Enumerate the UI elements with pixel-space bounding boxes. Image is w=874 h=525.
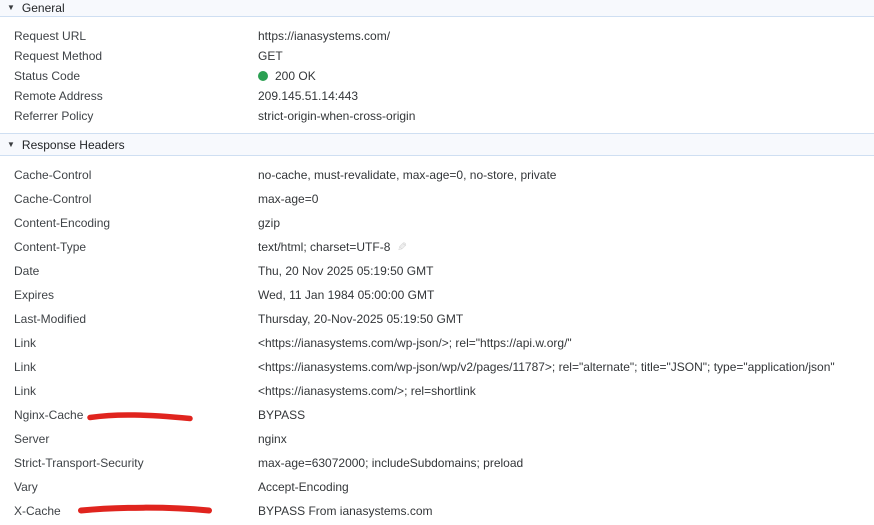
header-row-last-modified: Last-Modified Thursday, 20-Nov-2025 05:1… (0, 307, 874, 331)
header-row-date: Date Thu, 20 Nov 2025 05:19:50 GMT (0, 259, 874, 283)
header-name: Nginx-Cache (14, 408, 84, 422)
header-row-cache-control-2: Cache-Control max-age=0 (0, 187, 874, 211)
header-row-link-2: Link <https://ianasystems.com/wp-json/wp… (0, 355, 874, 379)
header-value: <https://ianasystems.com/wp-json/wp/v2/p… (258, 360, 835, 374)
header-value: Accept-Encoding (258, 480, 349, 494)
header-name: Request URL (14, 29, 87, 43)
header-row-request-url: Request URL https://ianasystems.com/ (0, 26, 874, 46)
header-value: https://ianasystems.com/ (258, 29, 391, 43)
header-value: text/html; charset=UTF-8 ✎ (258, 240, 407, 254)
header-name: Remote Address (14, 89, 103, 103)
header-name: Content-Type (14, 240, 87, 254)
header-value: <https://ianasystems.com/>; rel=shortlin… (258, 384, 476, 398)
header-name: Content-Encoding (14, 216, 111, 230)
header-row-x-cache: X-Cache BYPASS From ianasystems.com (0, 499, 874, 523)
general-rows: Request URL https://ianasystems.com/ Req… (0, 26, 874, 126)
header-row-nginx-cache: Nginx-Cache BYPASS (0, 403, 874, 427)
header-value: max-age=63072000; includeSubdomains; pre… (258, 456, 524, 470)
section-header-response-headers[interactable]: ▼ Response Headers (0, 133, 874, 156)
header-value: no-cache, must-revalidate, max-age=0, no… (258, 168, 557, 182)
header-name: Cache-Control (14, 168, 92, 182)
edit-pencil-icon[interactable]: ✎ (397, 240, 407, 254)
status-green-dot-icon (258, 71, 268, 81)
header-row-link-3: Link <https://ianasystems.com/>; rel=sho… (0, 379, 874, 403)
status-code-text: 200 OK (275, 69, 316, 83)
header-row-link-1: Link <https://ianasystems.com/wp-json/>;… (0, 331, 874, 355)
header-value: nginx (258, 432, 287, 446)
header-value: Thu, 20 Nov 2025 05:19:50 GMT (258, 264, 434, 278)
header-value: 200 OK (258, 69, 316, 83)
header-name: Strict-Transport-Security (14, 456, 144, 470)
header-name: Referrer Policy (14, 109, 94, 123)
header-name: Link (14, 360, 37, 374)
network-headers-panel: ▼ General Request URL https://ianasystem… (0, 0, 874, 525)
header-row-cache-control-1: Cache-Control no-cache, must-revalidate,… (0, 163, 874, 187)
header-row-status-code: Status Code 200 OK (0, 66, 874, 86)
header-name: Cache-Control (14, 192, 92, 206)
header-row-server: Server nginx (0, 427, 874, 451)
section-header-general[interactable]: ▼ General (0, 0, 874, 17)
header-name: Server (14, 432, 50, 446)
header-name: Request Method (14, 49, 103, 63)
header-row-content-type: Content-Type text/html; charset=UTF-8 ✎ (0, 235, 874, 259)
header-name: Vary (14, 480, 38, 494)
header-name: Last-Modified (14, 312, 87, 326)
header-value: <https://ianasystems.com/wp-json/>; rel=… (258, 336, 572, 350)
collapse-triangle-icon: ▼ (7, 139, 15, 149)
header-value: Wed, 11 Jan 1984 05:00:00 GMT (258, 288, 435, 302)
header-row-expires: Expires Wed, 11 Jan 1984 05:00:00 GMT (0, 283, 874, 307)
header-name: Date (14, 264, 40, 278)
header-row-remote-address: Remote Address 209.145.51.14:443 (0, 86, 874, 106)
header-name: Status Code (14, 69, 81, 83)
response-header-rows: Cache-Control no-cache, must-revalidate,… (0, 163, 874, 523)
header-value: 209.145.51.14:443 (258, 89, 359, 103)
header-value: Thursday, 20-Nov-2025 05:19:50 GMT (258, 312, 464, 326)
header-value: BYPASS (258, 408, 306, 422)
header-value: GET (258, 49, 283, 63)
section-title-general: General (21, 1, 65, 15)
header-value: strict-origin-when-cross-origin (258, 109, 416, 123)
header-value: gzip (258, 216, 281, 230)
header-row-request-method: Request Method GET (0, 46, 874, 66)
header-name: Expires (14, 288, 55, 302)
header-name: X-Cache (14, 504, 61, 518)
header-name: Link (14, 384, 37, 398)
header-row-content-encoding: Content-Encoding gzip (0, 211, 874, 235)
section-title-response-headers: Response Headers (21, 137, 125, 152)
header-row-strict-transport-security: Strict-Transport-Security max-age=630720… (0, 451, 874, 475)
header-row-vary: Vary Accept-Encoding (0, 475, 874, 499)
header-row-referrer-policy: Referrer Policy strict-origin-when-cross… (0, 106, 874, 126)
header-value: BYPASS From ianasystems.com (258, 504, 433, 518)
content-type-text: text/html; charset=UTF-8 (258, 240, 391, 254)
collapse-triangle-icon: ▼ (7, 3, 15, 12)
header-name: Link (14, 336, 37, 350)
header-value: max-age=0 (258, 192, 319, 206)
